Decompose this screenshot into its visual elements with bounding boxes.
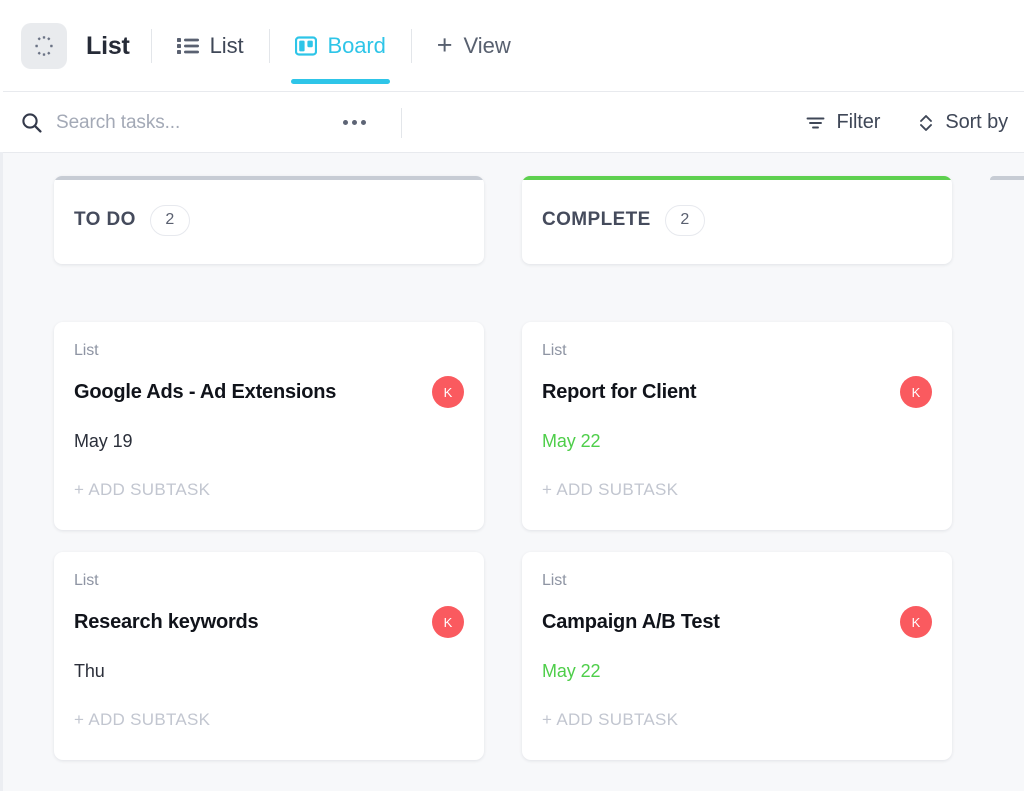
- task-card[interactable]: List Report for Client K May 22 + ADD SUBTAS…: [522, 322, 952, 530]
- task-card-title: Research keywords: [74, 610, 259, 633]
- column-card-list: List Google Ads - Ad Extensions K May 19 + A…: [54, 322, 484, 760]
- filter-icon: [806, 115, 825, 131]
- toolbar-right-group: Filter Sort by: [806, 111, 1008, 134]
- dotted-circle-icon: [32, 34, 56, 58]
- filter-button[interactable]: Filter: [806, 111, 880, 134]
- task-card-title-row: Research keywords K: [74, 606, 464, 638]
- left-rail-body-strip: [0, 152, 3, 791]
- ellipsis-dot: [352, 120, 357, 125]
- column-accent-bar: [54, 176, 484, 180]
- task-card-title-row: Report for Client K: [542, 376, 932, 408]
- list-view-icon: [176, 37, 199, 55]
- avatar[interactable]: K: [900, 606, 932, 638]
- add-view-button[interactable]: + View: [433, 29, 515, 60]
- board-canvas: TO DO 2 List Google Ads - Ad Extensions K May…: [0, 153, 1024, 791]
- header-divider-3: [410, 29, 412, 63]
- ellipsis-dot: [361, 120, 366, 125]
- search-input[interactable]: [56, 111, 331, 134]
- board-column: COMPLETE 2 List Report for Client K May 22 + A…: [522, 176, 952, 760]
- column-accent-bar: [522, 176, 952, 180]
- add-subtask-button[interactable]: + ADD SUBTASK: [74, 710, 210, 730]
- header-divider-2: [268, 29, 270, 63]
- search-area: [21, 111, 331, 134]
- app-header: List List Board + View: [0, 0, 1024, 92]
- column-title: COMPLETE: [542, 209, 651, 230]
- header-divider-1: [150, 29, 152, 63]
- tab-list-label: List: [209, 33, 244, 58]
- avatar[interactable]: K: [432, 606, 464, 638]
- task-card-title: Report for Client: [542, 380, 697, 403]
- task-card-title: Google Ads - Ad Extensions: [74, 380, 337, 403]
- tab-list[interactable]: List: [173, 0, 248, 92]
- task-card-due-date[interactable]: May 19: [74, 431, 464, 452]
- sort-by-label: Sort by: [945, 111, 1008, 133]
- avatar[interactable]: K: [432, 376, 464, 408]
- task-card-list-label: List: [74, 342, 99, 359]
- task-card[interactable]: List Research keywords K Thu + ADD SUBTASK: [54, 552, 484, 760]
- column-title: TO DO: [74, 209, 136, 230]
- board-view-icon: [294, 35, 317, 57]
- ellipsis-dot: [343, 120, 348, 125]
- task-card-list-label: List: [74, 572, 99, 589]
- task-card-title: Campaign A/B Test: [542, 610, 720, 633]
- task-card[interactable]: List Campaign A/B Test K May 22 + ADD SUBTAS…: [522, 552, 952, 760]
- toolbar-divider: [401, 107, 402, 138]
- board-toolbar: Filter Sort by: [0, 92, 1024, 153]
- board-column: TO DO 2 List Google Ads - Ad Extensions K May…: [54, 176, 484, 760]
- column-task-count: 2: [149, 204, 190, 236]
- task-card-list-label: List: [542, 572, 567, 589]
- filter-label: Filter: [836, 111, 881, 133]
- task-card-title-row: Campaign A/B Test K: [542, 606, 932, 638]
- board-columns: TO DO 2 List Google Ads - Ad Extensions K May…: [0, 153, 1024, 760]
- sort-by-button[interactable]: Sort by: [918, 111, 1008, 134]
- sort-chevrons-icon: [918, 113, 934, 133]
- app-root: List List Board + View Search tasks... F…: [0, 0, 1024, 791]
- add-subtask-button[interactable]: + ADD SUBTASK: [542, 710, 678, 730]
- task-card-title-row: Google Ads - Ad Extensions K: [74, 376, 464, 408]
- column-task-count: 2: [664, 204, 705, 236]
- column-header[interactable]: TO DO 2: [54, 176, 484, 264]
- tab-board-label: Board: [327, 33, 386, 58]
- add-subtask-button[interactable]: + ADD SUBTASK: [74, 480, 210, 500]
- task-card[interactable]: List Google Ads - Ad Extensions K May 19 + A…: [54, 322, 484, 530]
- search-icon: [21, 112, 42, 133]
- column-accent-bar: [990, 176, 1024, 180]
- task-card-due-date[interactable]: May 22: [542, 661, 932, 682]
- add-view-label: View: [463, 33, 511, 58]
- task-card-due-date[interactable]: Thu: [74, 661, 464, 682]
- column-card-list: List Report for Client K May 22 + ADD SUBTAS…: [522, 322, 952, 760]
- tab-board[interactable]: Board: [290, 0, 390, 92]
- more-options-button[interactable]: [339, 114, 370, 131]
- add-subtask-button[interactable]: + ADD SUBTASK: [542, 480, 678, 500]
- page-title: List: [86, 31, 130, 60]
- column-header[interactable]: [990, 176, 1024, 264]
- plus-icon: +: [436, 29, 453, 60]
- task-card-list-label: List: [542, 342, 567, 359]
- board-column: [990, 176, 1024, 760]
- task-card-due-date[interactable]: May 22: [542, 431, 932, 452]
- avatar[interactable]: K: [900, 376, 932, 408]
- column-header[interactable]: COMPLETE 2: [522, 176, 952, 264]
- list-avatar-badge[interactable]: [21, 23, 67, 69]
